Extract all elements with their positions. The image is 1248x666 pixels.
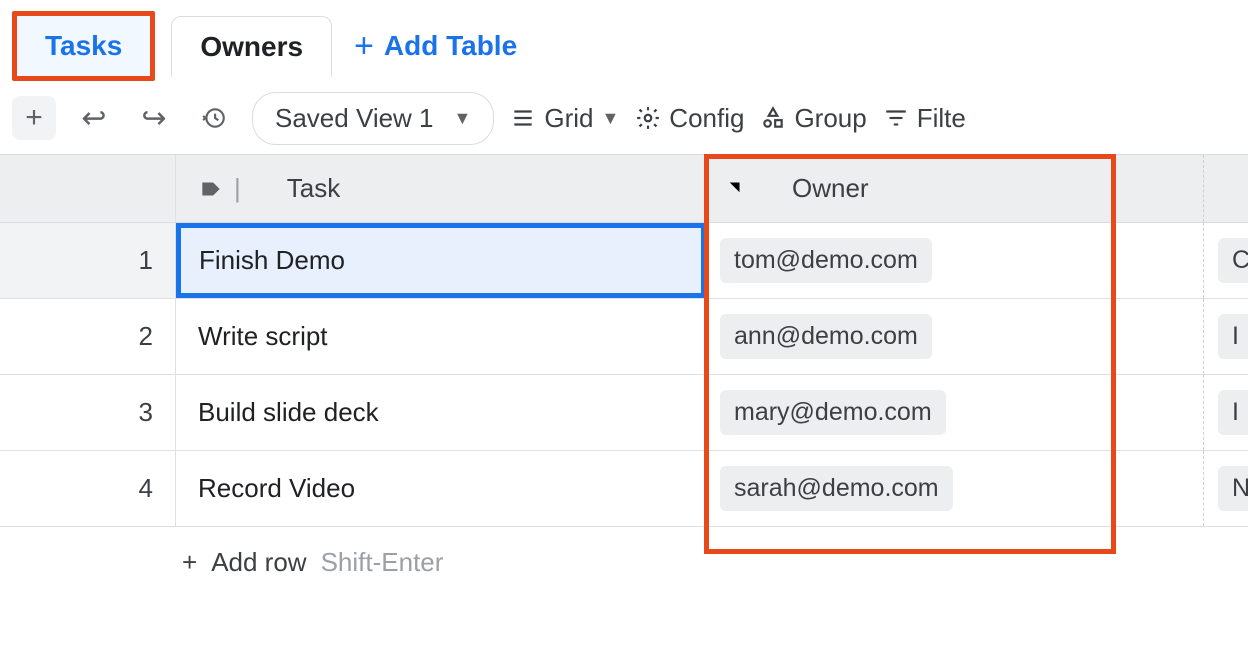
- owner-chip[interactable]: sarah@demo.com: [720, 466, 953, 511]
- table-row[interactable]: 3Build slide deck mary@demo.com I: [0, 375, 1248, 451]
- task-cell[interactable]: Write script: [176, 299, 706, 374]
- text-icon: [251, 176, 277, 202]
- task-cell[interactable]: Finish Demo: [176, 223, 706, 298]
- group-icon: [760, 105, 786, 131]
- list-icon: [510, 105, 536, 131]
- owner-column-label: Owner: [792, 173, 869, 204]
- group-button[interactable]: Group: [760, 103, 866, 134]
- extra-cell[interactable]: C: [1204, 223, 1248, 298]
- grid-wrap: | Task Owner 1Fini: [0, 154, 1248, 598]
- filter-button[interactable]: Filte: [883, 103, 966, 134]
- undo-icon: ↩: [81, 101, 106, 136]
- table-row[interactable]: 2Write script ann@demo.com I: [0, 299, 1248, 375]
- add-row-label: Add row: [211, 547, 306, 578]
- add-button[interactable]: +: [12, 96, 56, 140]
- data-grid: | Task Owner 1Fini: [0, 154, 1248, 598]
- config-button[interactable]: Config: [635, 103, 744, 134]
- gear-icon: [635, 105, 661, 131]
- saved-view-label: Saved View 1: [275, 103, 434, 134]
- chevron-down-icon: ▼: [601, 108, 619, 129]
- owner-cell[interactable]: ann@demo.com: [706, 299, 1204, 374]
- tab-tasks-label: Tasks: [45, 30, 122, 62]
- undo-button[interactable]: ↩: [72, 96, 116, 140]
- row-number: 2: [0, 299, 176, 374]
- extra-chip: C: [1218, 238, 1248, 283]
- owner-chip[interactable]: mary@demo.com: [720, 390, 946, 435]
- divider: |: [234, 173, 241, 204]
- text-icon: [756, 176, 782, 202]
- add-table-button[interactable]: + Add Table: [354, 30, 517, 62]
- owner-cell[interactable]: tom@demo.com: [706, 223, 1204, 298]
- tab-owners-label: Owners: [200, 31, 303, 63]
- table-row[interactable]: 4Record Video sarah@demo.com N: [0, 451, 1248, 527]
- tabs-bar: Tasks Owners + Add Table: [0, 0, 1248, 82]
- owner-cell[interactable]: sarah@demo.com: [706, 451, 1204, 526]
- redo-button[interactable]: ↪: [132, 96, 176, 140]
- grid-label: Grid: [544, 103, 593, 134]
- plus-icon: +: [25, 101, 43, 135]
- task-column-header[interactable]: | Task: [176, 155, 706, 222]
- saved-view-dropdown[interactable]: Saved View 1 ▼: [252, 92, 494, 145]
- table-row[interactable]: 1Finish Demo tom@demo.com C: [0, 223, 1248, 299]
- extra-column-header[interactable]: [1204, 155, 1248, 222]
- add-row-button[interactable]: + Add row Shift-Enter: [0, 527, 1248, 598]
- history-button[interactable]: [192, 96, 236, 140]
- owner-chip[interactable]: tom@demo.com: [720, 238, 932, 283]
- toolbar: + ↩ ↪ Saved View 1 ▼ Grid ▼ Config Group: [0, 82, 1248, 154]
- owner-cell[interactable]: mary@demo.com: [706, 375, 1204, 450]
- row-number: 3: [0, 375, 176, 450]
- rows-container: 1Finish Demo tom@demo.com C 2Write script an…: [0, 223, 1248, 527]
- task-cell[interactable]: Record Video: [176, 451, 706, 526]
- extra-cell[interactable]: N: [1204, 451, 1248, 526]
- grid-view-dropdown[interactable]: Grid ▼: [510, 103, 619, 134]
- add-row-hint: Shift-Enter: [321, 547, 444, 578]
- extra-chip: N: [1218, 466, 1248, 511]
- extra-chip: I: [1218, 314, 1248, 359]
- owner-column-header[interactable]: Owner: [706, 155, 1204, 222]
- row-number: 1: [0, 223, 176, 298]
- extra-cell[interactable]: I: [1204, 299, 1248, 374]
- row-number: 4: [0, 451, 176, 526]
- filter-icon: [883, 105, 909, 131]
- owner-chip[interactable]: ann@demo.com: [720, 314, 932, 359]
- extra-cell[interactable]: I: [1204, 375, 1248, 450]
- header-row: | Task Owner: [0, 154, 1248, 223]
- chevron-down-icon: ▼: [454, 108, 472, 129]
- filter-label: Filte: [917, 103, 966, 134]
- group-label: Group: [794, 103, 866, 134]
- rownum-header: [0, 155, 176, 222]
- text-icon: [1218, 176, 1234, 202]
- tag-icon: [198, 176, 224, 202]
- redo-icon: ↪: [141, 101, 166, 136]
- add-table-label: Add Table: [384, 30, 517, 62]
- tab-owners[interactable]: Owners: [171, 16, 332, 77]
- task-cell[interactable]: Build slide deck: [176, 375, 706, 450]
- plus-icon: +: [182, 547, 197, 578]
- task-column-label: Task: [287, 173, 340, 204]
- config-label: Config: [669, 103, 744, 134]
- arrow-up-right-icon: [720, 176, 746, 202]
- extra-chip: I: [1218, 390, 1248, 435]
- tab-tasks[interactable]: Tasks: [12, 11, 155, 81]
- history-icon: [201, 105, 227, 131]
